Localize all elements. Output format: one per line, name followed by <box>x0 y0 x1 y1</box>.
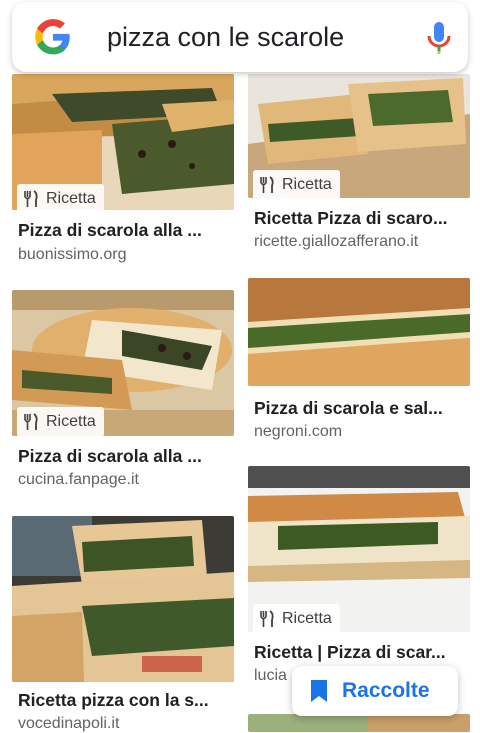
result-source[interactable]: vocedinapoli.it <box>18 715 234 733</box>
bookmark-icon <box>311 680 327 702</box>
result-title[interactable]: Pizza di scarola alla ... <box>18 220 234 241</box>
recipe-badge-label: Ricetta <box>46 190 96 207</box>
result-source[interactable]: cucina.fanpage.it <box>18 471 234 489</box>
result-title[interactable]: Ricetta Pizza di scaro... <box>254 208 470 229</box>
recipe-badge-label: Ricetta <box>46 413 96 430</box>
fork-knife-icon <box>260 176 274 193</box>
result-title[interactable]: Pizza di scarola e sal... <box>254 398 470 419</box>
result-thumbnail[interactable] <box>12 516 234 682</box>
result-source[interactable]: buonissimo.org <box>18 246 234 264</box>
recipe-badge: Ricetta <box>17 184 104 214</box>
recipe-badge-label: Ricetta <box>282 610 332 627</box>
recipe-badge: Ricetta <box>17 407 104 437</box>
search-bar[interactable]: pizza con le scarole <box>12 2 468 72</box>
fork-knife-icon <box>24 190 38 207</box>
result-source[interactable]: ricette.giallozafferano.it <box>254 233 470 251</box>
recipe-badge-label: Ricetta <box>282 176 332 193</box>
result-title[interactable]: Pizza di scarola alla ... <box>18 446 234 467</box>
result-thumbnail[interactable] <box>248 714 470 732</box>
recipe-badge: Ricetta <box>253 170 340 200</box>
result-source[interactable]: negroni.com <box>254 423 470 441</box>
result-title[interactable]: Ricetta pizza con la s... <box>18 690 234 711</box>
microphone-icon[interactable] <box>426 20 452 56</box>
fork-knife-icon <box>24 413 38 430</box>
search-query[interactable]: pizza con le scarole <box>107 22 344 53</box>
recipe-badge: Ricetta <box>253 604 340 634</box>
fork-knife-icon <box>260 610 274 627</box>
result-title[interactable]: Ricetta | Pizza di scar... <box>254 642 470 663</box>
result-thumbnail[interactable] <box>248 278 470 386</box>
collections-button[interactable]: Raccolte <box>292 666 458 716</box>
collections-button-label: Raccolte <box>342 679 430 702</box>
google-logo-icon <box>35 19 70 55</box>
